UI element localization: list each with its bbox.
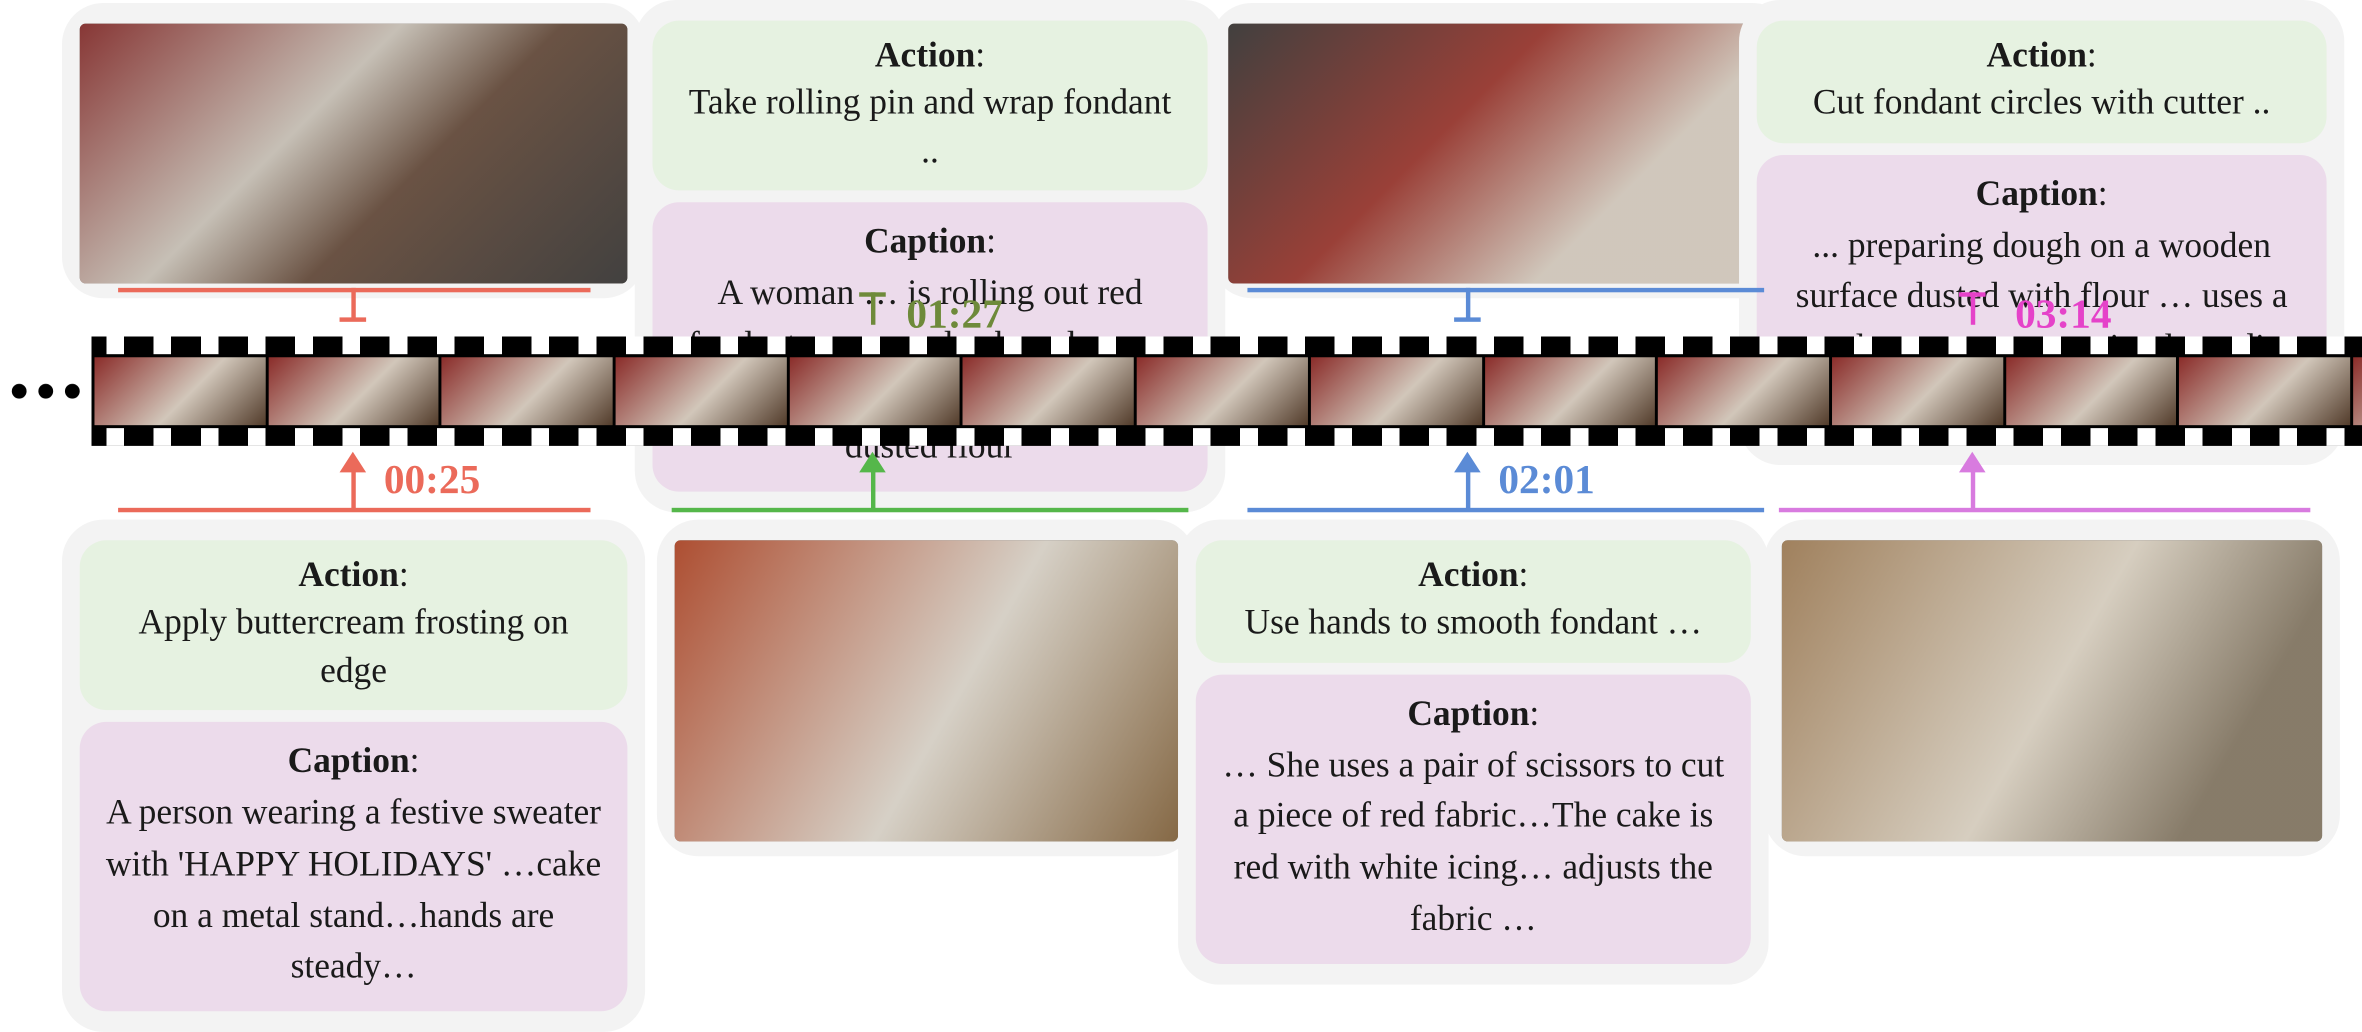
film-frame: [1658, 357, 1829, 425]
action-label: Action: [1987, 37, 2087, 75]
film-frames: [92, 354, 2362, 428]
sprocket-row-bottom: [92, 428, 2362, 446]
action-label: Action: [1418, 557, 1518, 595]
timestamp-2: 01:27: [906, 292, 1002, 339]
film-frame: [2353, 357, 2362, 425]
panel-3-lower: Action: Use hands to smooth fondant … Ca…: [1178, 520, 1769, 985]
caption-box-3: Caption: … She uses a pair of scissors t…: [1196, 674, 1751, 963]
caption-box-1: Caption: A person wearing a festive swea…: [80, 722, 628, 1011]
caption-label: Caption: [1407, 695, 1529, 733]
caption-text-3: … She uses a pair of scissors to cut a p…: [1222, 746, 1724, 938]
caption-label: Caption: [288, 743, 410, 781]
caption-label: Caption: [864, 223, 986, 261]
film-frame: [1484, 357, 1655, 425]
film-strip: [0, 337, 2362, 446]
caption-label: Caption: [1976, 175, 2098, 213]
timestamp-1: 00:25: [384, 458, 480, 505]
action-label: Action: [875, 37, 975, 75]
panel-2-lower: [657, 520, 1196, 857]
keyframe-thumb-3: [1228, 24, 1776, 284]
keyframe-thumb-1: [80, 24, 628, 284]
film-frame: [268, 357, 439, 425]
action-box-3: Action: Use hands to smooth fondant …: [1196, 540, 1751, 662]
connector-red-bottom: [118, 452, 590, 526]
timestamp-4: 03:14: [2015, 292, 2111, 339]
action-box-4: Action: Cut fondant circles with cutter …: [1757, 21, 2327, 143]
film-frame: [1832, 357, 2003, 425]
action-text-2: Take rolling pin and wrap fondant ..: [689, 85, 1172, 171]
film-frame: [1137, 357, 1308, 425]
film-frame: [963, 357, 1134, 425]
panel-1-upper: [62, 3, 645, 298]
sprocket-row-top: [92, 337, 2362, 355]
action-text-3: Use hands to smooth fondant …: [1244, 604, 1702, 642]
action-box-2: Action: Take rolling pin and wrap fondan…: [653, 21, 1208, 191]
ellipsis-left-icon: [0, 384, 92, 399]
film-frame: [1311, 357, 1482, 425]
caption-text-1: A person wearing a festive sweater with …: [106, 794, 601, 986]
film-frame: [94, 357, 265, 425]
film-frame: [616, 357, 787, 425]
timestamp-3: 02:01: [1498, 458, 1594, 505]
action-label: Action: [298, 557, 398, 595]
film-frame: [789, 357, 960, 425]
film-frame: [442, 357, 613, 425]
film-body: [92, 337, 2362, 446]
action-text-1: Apply buttercream frosting on edge: [139, 604, 569, 690]
panel-1-lower: Action: Apply buttercream frosting on ed…: [62, 520, 645, 1032]
action-text-4: Cut fondant circles with cutter ..: [1813, 85, 2271, 123]
film-frame: [2006, 357, 2177, 425]
action-box-1: Action: Apply buttercream frosting on ed…: [80, 540, 628, 710]
panel-3-upper: [1211, 3, 1794, 298]
panel-4-lower: [1764, 520, 2340, 857]
keyframe-thumb-2: [675, 540, 1178, 841]
keyframe-thumb-4: [1782, 540, 2322, 841]
film-frame: [2179, 357, 2350, 425]
